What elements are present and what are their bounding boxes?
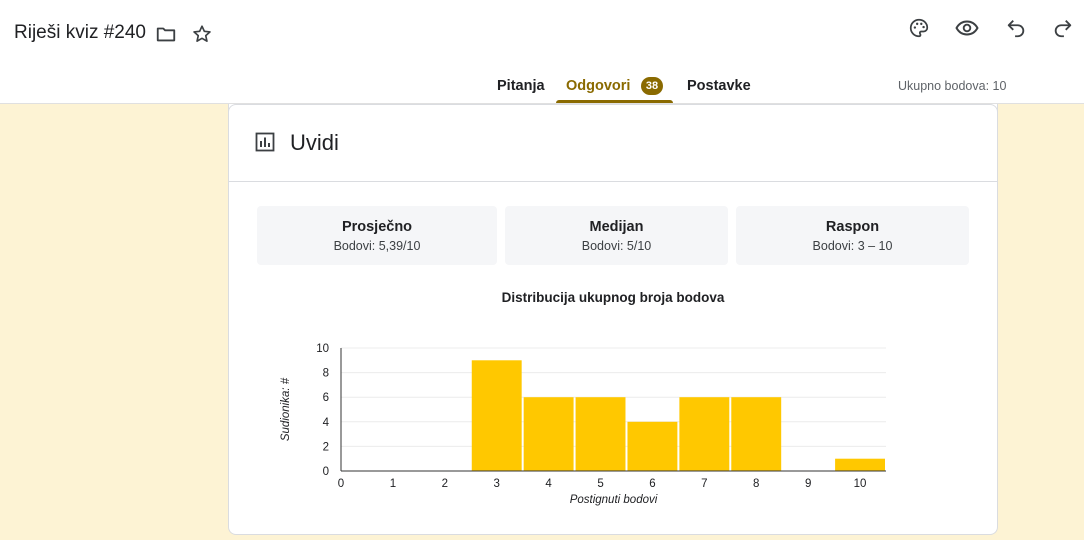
top-bar: Riješi kviz #240 Pitanja Odgovori 38 Pos… — [0, 0, 1084, 104]
x-axis-title: Postignuti bodovi — [570, 494, 658, 506]
x-tick-label: 5 — [597, 478, 603, 490]
stat-range-value: Bodovi: 3 – 10 — [812, 239, 893, 253]
stat-median-label: Medijan — [589, 219, 644, 235]
y-tick-label: 4 — [323, 417, 330, 429]
star-icon[interactable] — [190, 22, 214, 46]
score-distribution-chart: 0 2 4 6 8 10 0 1 2 3 4 5 6 7 8 9 10 Postignuti bodovi Sudi… — [280, 343, 886, 506]
y-axis-title: Sudionika: # — [280, 377, 292, 441]
undo-icon[interactable] — [1004, 16, 1028, 40]
tab-settings[interactable]: Postavke — [687, 78, 751, 94]
y-tick-label: 0 — [323, 466, 329, 478]
stat-average-label: Prosječno — [341, 219, 413, 235]
redo-icon[interactable] — [1051, 16, 1075, 40]
y-tick-label: 10 — [316, 343, 329, 355]
x-tick-label: 7 — [701, 478, 707, 490]
x-tick-label: 6 — [649, 478, 655, 490]
tab-responses[interactable]: Odgovori — [566, 78, 630, 94]
bar-chart-icon — [255, 132, 275, 152]
x-tick-label: 2 — [442, 478, 448, 490]
form-title[interactable]: Riješi kviz #240 — [14, 22, 146, 44]
x-tick-label: 10 — [854, 478, 867, 490]
insights-title: Uvidi — [290, 130, 339, 155]
histogram-bar — [627, 421, 678, 471]
histogram-bar — [731, 397, 782, 471]
tab-questions[interactable]: Pitanja — [497, 78, 545, 94]
stat-average-value: Bodovi: 5,39/10 — [333, 239, 421, 253]
insights-card: Uvidi Prosječno Bodovi: 5,39/10 Medijan … — [228, 104, 998, 535]
x-tick-label: 1 — [390, 478, 396, 490]
histogram-bar — [679, 397, 730, 471]
folder-icon[interactable] — [154, 22, 178, 46]
histogram-bar — [575, 397, 626, 471]
y-tick-label: 6 — [323, 392, 329, 404]
palette-icon[interactable] — [907, 16, 931, 40]
chart-title: Distribucija ukupnog broja bodova — [501, 290, 725, 305]
x-tick-label: 8 — [753, 478, 759, 490]
y-tick-label: 2 — [323, 441, 329, 453]
y-tick-label: 8 — [323, 368, 329, 380]
x-tick-label: 3 — [494, 478, 500, 490]
eye-icon[interactable] — [955, 16, 979, 40]
x-tick-label: 4 — [545, 478, 552, 490]
total-points-label: Ukupno bodova: 10 — [898, 79, 1007, 93]
stat-median: Medijan Bodovi: 5/10 — [505, 206, 728, 265]
responses-count-badge: 38 — [641, 77, 663, 95]
histogram-bar — [471, 360, 522, 471]
stat-median-value: Bodovi: 5/10 — [581, 239, 652, 253]
stat-range-label: Raspon — [825, 219, 880, 235]
stat-range: Raspon Bodovi: 3 – 10 — [736, 206, 969, 265]
x-tick-label: 0 — [338, 478, 344, 490]
card-top-border — [228, 104, 998, 118]
histogram-bar — [835, 458, 885, 471]
histogram-bar — [523, 397, 574, 471]
active-tab-indicator — [556, 100, 673, 103]
stat-average: Prosječno Bodovi: 5,39/10 — [257, 206, 497, 265]
x-tick-label: 9 — [805, 478, 811, 490]
